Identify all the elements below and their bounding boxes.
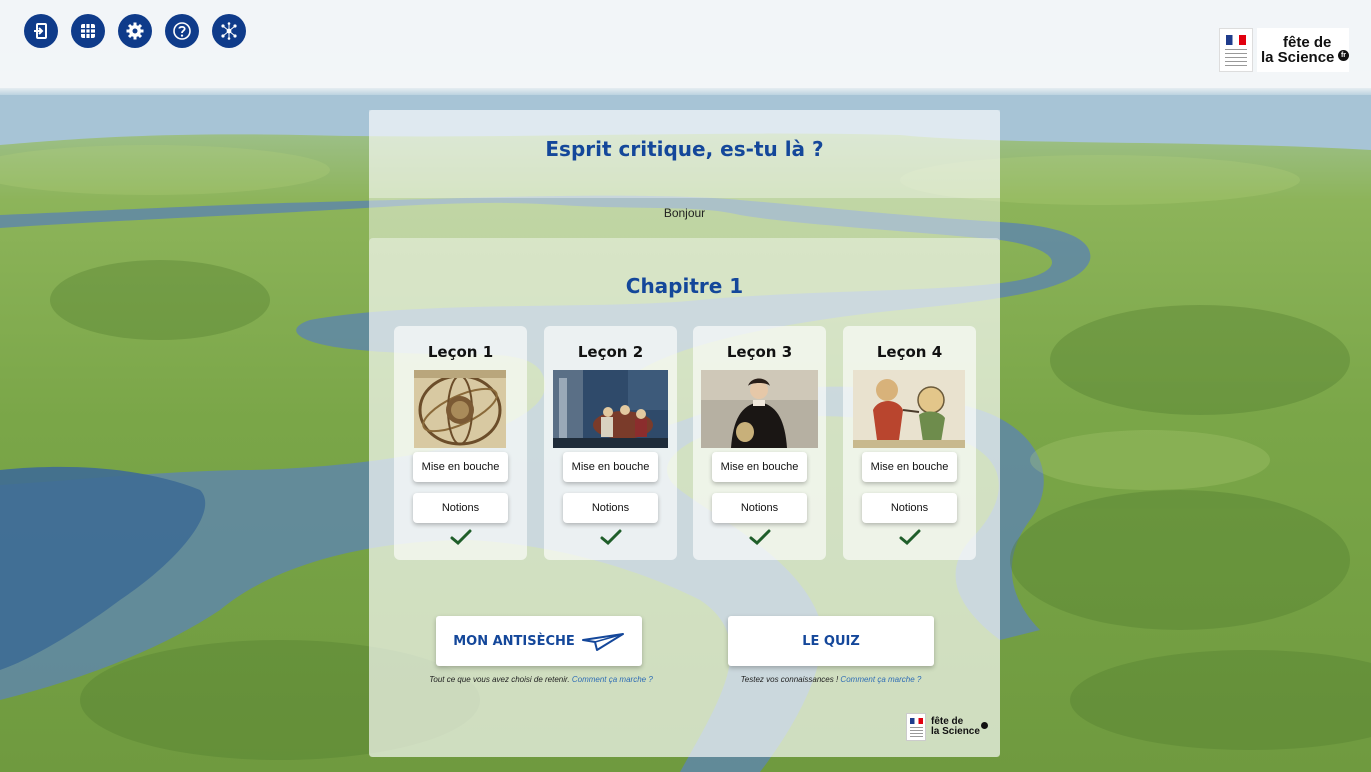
fete-de-la-science-logo: fête de la Science fr: [1219, 28, 1349, 72]
quiz-caption-text: Testez vos connaissances !: [740, 675, 839, 684]
logo-text-line1: fête de: [1283, 34, 1332, 51]
cheat-sheet-label: MON ANTISÈCHE: [453, 633, 575, 649]
cheat-sheet-button[interactable]: MON ANTISÈCHE: [436, 616, 642, 666]
chapter-title: Chapitre 1: [625, 274, 744, 298]
check-icon: [600, 529, 622, 546]
marianne-logo-small: [906, 713, 926, 741]
intro-button[interactable]: Mise en bouche: [413, 452, 508, 482]
page-title: Esprit critique, es-tu là ?: [545, 137, 824, 161]
intro-button[interactable]: Mise en bouche: [862, 452, 957, 482]
cheat-sheet-caption-text: Tout ce que vous avez choisi de retenir.: [429, 675, 570, 684]
notions-button[interactable]: Notions: [563, 493, 658, 523]
intro-button[interactable]: Mise en bouche: [563, 452, 658, 482]
logo-badge: fr: [1338, 50, 1349, 61]
grid-button[interactable]: [71, 14, 105, 48]
cheat-sheet-caption: Tout ce que vous avez choisi de retenir.…: [421, 674, 661, 686]
settings-icon: [126, 22, 144, 40]
notions-button[interactable]: Notions: [413, 493, 508, 523]
exit-icon: [34, 23, 47, 39]
quiz-help-link[interactable]: Comment ça marche ?: [840, 675, 921, 684]
network-icon: [221, 22, 237, 40]
lesson-title: Leçon 2: [577, 343, 644, 361]
lesson-card-2: Leçon 2 Mise en bouche Notions: [544, 326, 677, 560]
help-icon: [173, 22, 191, 40]
greeting-text: Bonjour: [663, 206, 706, 220]
logo-text-line2: la Science: [1261, 49, 1335, 66]
intro-button[interactable]: Mise en bouche: [712, 452, 807, 482]
network-button[interactable]: [212, 14, 246, 48]
notions-button[interactable]: Notions: [712, 493, 807, 523]
cheat-sheet-help-link[interactable]: Comment ça marche ?: [572, 675, 653, 684]
lesson-image-caricature[interactable]: [853, 370, 965, 448]
lesson-title: Leçon 1: [427, 343, 494, 361]
lesson-card-3: Leçon 3 Mise en bouche Notions: [693, 326, 826, 560]
check-icon: [899, 529, 921, 546]
help-button[interactable]: [165, 14, 199, 48]
lesson-image-armillary-sphere[interactable]: [414, 370, 506, 448]
notions-button[interactable]: Notions: [862, 493, 957, 523]
logo-small-line2: la Science: [931, 726, 980, 737]
exit-button[interactable]: [24, 14, 58, 48]
lesson-title: Leçon 3: [726, 343, 793, 361]
check-icon: [749, 529, 771, 546]
lesson-card-1: Leçon 1 Mise en bouche Notions: [394, 326, 527, 560]
lesson-title: Leçon 4: [876, 343, 943, 361]
paper-plane-icon: [581, 633, 624, 651]
quiz-caption: Testez vos connaissances ! Comment ça ma…: [721, 674, 941, 686]
grid-icon: [81, 24, 95, 38]
top-bar: [0, 0, 1371, 88]
settings-button[interactable]: [118, 14, 152, 48]
marianne-logo: [1219, 28, 1253, 72]
lesson-card-4: Leçon 4 Mise en bouche Notions: [843, 326, 976, 560]
fete-de-la-science-logo-small: fête de la Science: [906, 712, 994, 742]
check-icon: [450, 529, 472, 546]
quiz-button[interactable]: LE QUIZ: [728, 616, 934, 666]
lesson-image-portrait-woman[interactable]: [701, 370, 818, 448]
lesson-image-painting-interior[interactable]: [553, 370, 668, 448]
main-panel: Esprit critique, es-tu là ? Bonjour Chap…: [369, 110, 1000, 757]
